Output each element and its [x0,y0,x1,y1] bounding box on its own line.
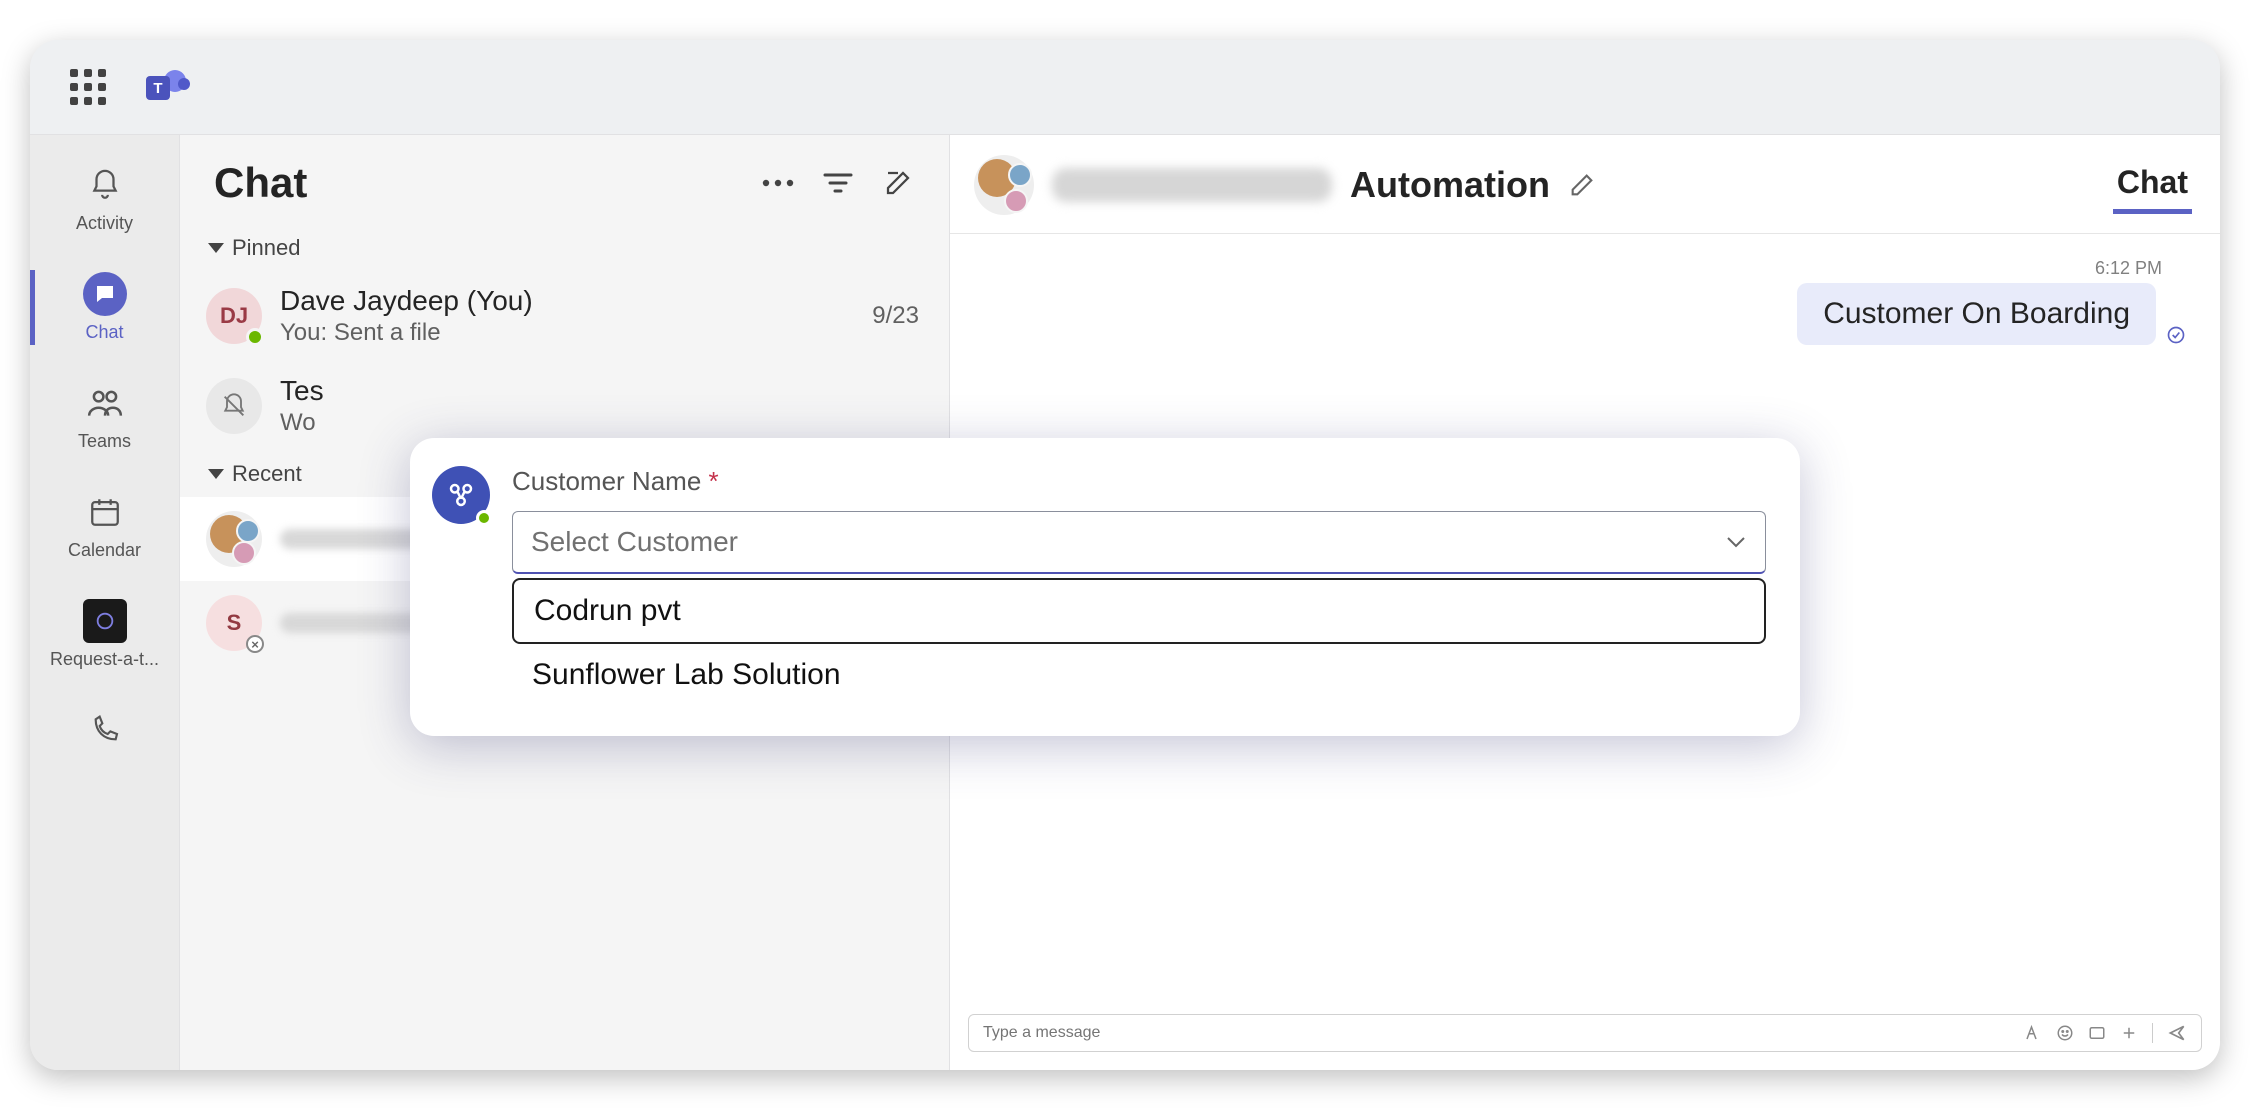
chat-list-title: Chat [214,159,307,207]
presence-available-icon [476,510,492,526]
chat-row-sub: You: Sent a file [280,319,854,347]
message-bubble[interactable]: Customer On Boarding [1797,283,2156,345]
customer-form-card: Customer Name * Select Customer Codrun p… [410,438,1800,736]
request-app-icon [83,599,127,643]
send-icon[interactable] [2167,1023,2187,1043]
customer-select[interactable]: Select Customer [512,511,1766,574]
bell-icon [83,163,127,207]
chevron-down-icon [208,469,224,479]
filter-icon[interactable] [815,160,861,206]
teams-logo-icon[interactable]: T [146,66,188,108]
calendar-icon [83,490,127,534]
app-rail: Activity Chat Teams Calendar [30,135,180,1070]
top-bar: T [30,40,2220,135]
rail-chat[interactable]: Chat [30,266,179,349]
chat-row-sub: Wo [280,409,919,437]
option-sunflower[interactable]: Sunflower Lab Solution [512,644,1766,706]
conversation-title-suffix: Automation [1350,164,1550,206]
rail-request[interactable]: Request-a-t... [30,593,179,676]
chat-row-date: 9/23 [872,302,919,330]
field-label: Customer Name * [512,466,719,496]
phone-icon [83,708,127,752]
presence-available-icon [246,328,264,346]
more-icon[interactable] [755,160,801,206]
section-pinned[interactable]: Pinned [180,225,949,271]
message-time: 6:12 PM [2095,258,2186,279]
rail-teams[interactable]: Teams [30,375,179,458]
select-placeholder: Select Customer [531,526,738,558]
required-mark: * [709,466,719,496]
compose-icon[interactable] [875,160,921,206]
chat-list-header: Chat [180,135,949,225]
chat-row-dave[interactable]: DJ Dave Jaydeep (You) You: Sent a file 9… [180,271,949,361]
divider [2152,1023,2153,1043]
form-body: Customer Name * Select Customer Codrun p… [512,466,1766,706]
blurred-title [1052,168,1332,202]
gif-icon[interactable] [2088,1024,2106,1042]
sent-check-icon [2166,325,2186,345]
rail-calendar-label: Calendar [68,540,141,561]
chevron-down-icon [1725,535,1747,549]
rail-activity-label: Activity [76,213,133,234]
rail-request-label: Request-a-t... [50,649,159,670]
power-automate-icon [432,466,490,524]
avatar: S [206,595,262,651]
avatar-initials: S [227,610,242,636]
rail-calendar[interactable]: Calendar [30,484,179,567]
chat-row-name: Tes [280,375,919,407]
rail-chat-label: Chat [85,322,123,343]
attach-icon[interactable] [2120,1024,2138,1042]
format-icon[interactable] [2024,1024,2042,1042]
field-label-text: Customer Name [512,466,701,496]
rail-activity[interactable]: Activity [30,157,179,240]
rail-teams-label: Teams [78,431,131,452]
chat-icon [83,272,127,316]
people-icon [83,381,127,425]
edit-icon[interactable] [1568,171,1596,199]
avatar [206,378,262,434]
conversation-header: Automation Chat [950,135,2220,234]
group-avatar [206,511,262,567]
section-recent-label: Recent [232,461,302,487]
section-pinned-label: Pinned [232,235,301,261]
status-unknown-icon [246,635,264,653]
tab-chat[interactable]: Chat [2113,156,2192,214]
app-launcher-icon[interactable] [70,69,106,105]
option-codrun[interactable]: Codrun pvt [514,580,1764,642]
avatar-initials: DJ [220,303,248,329]
outgoing-message: 6:12 PM Customer On Boarding [1797,258,2186,345]
group-avatar [974,155,1034,215]
dropdown-options: Codrun pvt [512,578,1766,644]
bell-off-icon [220,392,248,420]
rail-calls[interactable] [30,702,179,758]
app-window: T Activity Chat Teams [30,40,2220,1070]
emoji-icon[interactable] [2056,1024,2074,1042]
chat-row-name: Dave Jaydeep (You) [280,285,854,317]
compose-input[interactable] [983,1024,2010,1042]
avatar: DJ [206,288,262,344]
compose-bar [968,1014,2202,1052]
chevron-down-icon [208,243,224,253]
